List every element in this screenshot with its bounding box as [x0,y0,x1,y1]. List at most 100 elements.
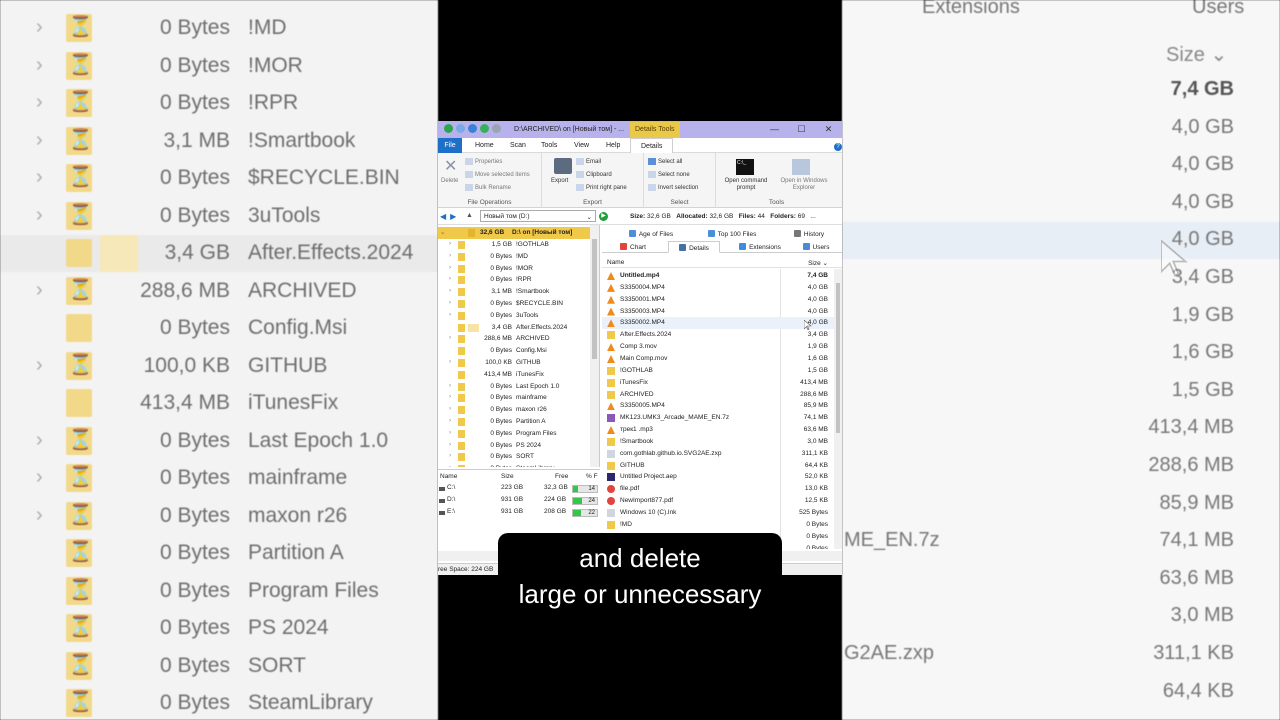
list-item[interactable]: S3350001.MP4 4,0 GB [602,294,834,306]
tree-item[interactable]: › 0 Bytes SteamLibrary [438,463,599,467]
save-icon[interactable] [456,124,465,133]
menu-details[interactable]: Details [630,138,674,153]
tree-scrollbar[interactable] [590,225,599,467]
scan-icon[interactable] [480,124,489,133]
menu-file[interactable]: File [438,138,462,153]
tab-top-100-files[interactable]: Top 100 Files [696,228,768,240]
list-item[interactable]: S3350005.MP4 85,9 MB [602,400,834,412]
chevron-right-icon[interactable]: › [449,311,451,318]
bulk-rename-button[interactable]: Bulk Rename [465,184,511,191]
maximize-button[interactable]: ☐ [788,121,815,138]
open-in-explorer-button[interactable]: Open in Windows Explorer [774,178,834,192]
menu-home[interactable]: Home [475,142,494,149]
refresh-icon[interactable] [468,124,477,133]
list-item[interactable]: ARCHIVED 288,6 MB [602,389,834,401]
list-item[interactable]: !GOTHLAB 1,5 GB [602,365,834,377]
menu-view[interactable]: View [574,142,589,149]
tree-item[interactable]: › 0 Bytes 3uTools [438,310,599,322]
list-item[interactable]: Untitled.mp4 7,4 GB [602,270,834,282]
tree-item[interactable]: › 0 Bytes Program Files [438,428,599,440]
chevron-right-icon[interactable]: › [449,405,451,412]
properties-button[interactable]: Properties [465,158,502,165]
tree-item[interactable]: › 0 Bytes mainframe [438,392,599,404]
drives-col-free[interactable]: Free [555,473,568,480]
folder-tree[interactable]: ⌄ 32,6 GB D:\ on [Новый том] › 1,5 GB !GOT… [438,225,600,467]
email-button[interactable]: Email [576,158,601,165]
drive-row[interactable]: C:\ 223 GB 32,3 GB 14 [438,484,600,495]
clipboard-button[interactable]: Clipboard [576,171,612,178]
chevron-right-icon[interactable]: › [449,464,451,467]
drive-row[interactable]: E:\ 931 GB 208 GB 22 [438,508,600,519]
list-item[interactable]: file.pdf 13,0 KB [602,483,834,495]
list-item[interactable]: S3350002.MP4 4,0 GB [602,317,834,330]
file-list[interactable]: Untitled.mp4 7,4 GB S3350004.MP4 4,0 GB S335… [602,269,834,549]
chevron-down-icon[interactable]: ⌄ [440,228,445,236]
nav-buttons[interactable]: ◀▶ [440,212,460,221]
col-name[interactable]: Name [607,259,624,266]
move-selected-button[interactable]: Move selected items [465,171,530,178]
drives-col-name[interactable]: Name [440,473,457,480]
list-item[interactable]: !Smartbook 3,0 MB [602,436,834,448]
tab-users[interactable]: Users [790,241,842,253]
chevron-right-icon[interactable]: › [449,441,451,448]
chevron-right-icon[interactable]: › [449,417,451,424]
list-item[interactable]: After.Effects.2024 3,4 GB [602,329,834,341]
list-item[interactable]: iTunesFix 413,4 MB [602,377,834,389]
export-button[interactable]: Export [551,178,568,184]
menu-scan[interactable]: Scan [510,142,526,149]
scan-go-icon[interactable]: ▶ [599,212,608,221]
tree-item[interactable]: › 0 Bytes SORT [438,451,599,463]
quick-access-toolbar[interactable] [444,124,501,133]
tree-item[interactable]: › 0 Bytes maxon r26 [438,404,599,416]
invert-selection-button[interactable]: Invert selection [648,184,698,191]
list-scrollbar[interactable] [834,269,842,549]
tree-item[interactable]: › 0 Bytes Last Epoch 1.0 [438,381,599,393]
chevron-right-icon[interactable]: › [449,429,451,436]
tree-item[interactable]: 0 Bytes Config.Msi [438,345,599,357]
list-item[interactable]: Main Comp.mov 1,6 GB [602,353,834,365]
chevron-right-icon[interactable]: › [449,334,451,341]
chevron-right-icon[interactable]: › [449,264,451,271]
chevron-right-icon[interactable]: › [449,393,451,400]
tree-item[interactable]: › 0 Bytes PS 2024 [438,440,599,452]
list-item[interactable]: Windows 10 (C).lnk 525 Bytes [602,507,834,519]
list-item[interactable]: Untitled Project.aep 52,0 KB [602,471,834,483]
chevron-right-icon[interactable]: › [449,358,451,365]
tab-history[interactable]: History [780,228,838,240]
tab-extensions[interactable]: Extensions [730,241,790,253]
up-icon[interactable]: ▲ [466,212,473,219]
tree-item[interactable]: › 0 Bytes Partition A [438,416,599,428]
list-item[interactable]: S3350004.MP4 4,0 GB [602,282,834,294]
drive-select[interactable]: Новый том (D:) ⌄ [480,210,596,222]
drives-col-size[interactable]: Size [501,473,514,480]
tree-item[interactable]: 3,4 GB After.Effects.2024 [438,322,599,334]
options-icon[interactable] [492,124,501,133]
tree-item[interactable]: › 0 Bytes !MD [438,251,599,263]
select-none-button[interactable]: Select none [648,171,690,178]
chevron-right-icon[interactable]: › [449,252,451,259]
tree-item[interactable]: 413,4 MB iTunesFix [438,369,599,381]
list-item[interactable]: com.gothlab.github.io.SVG2AE.zxp 311,1 KB [602,448,834,460]
tree-item[interactable]: › 0 Bytes !MOR [438,263,599,275]
drive-row[interactable]: D:\ 931 GB 224 GB 24 [438,496,600,507]
list-item[interactable]: S3350003.MP4 4,0 GB [602,306,834,318]
chevron-right-icon[interactable]: › [449,382,451,389]
chevron-right-icon[interactable]: › [449,275,451,282]
delete-button[interactable]: Delete [441,178,458,184]
tab-details[interactable]: Details [668,241,720,253]
list-item[interactable]: Comp 3.mov 1,9 GB [602,341,834,353]
tree-item[interactable]: › 3,1 MB !Smartbook [438,286,599,298]
col-size[interactable]: Size ⌄ [808,259,828,267]
tree-root-row[interactable]: ⌄ 32,6 GB D:\ on [Новый том] [438,227,599,239]
tree-item[interactable]: › 0 Bytes !RPR [438,274,599,286]
minimize-button[interactable]: — [761,121,788,138]
list-item[interactable]: трек1 .mp3 63,6 MB [602,424,834,436]
tab-age-of-files[interactable]: Age of Files [616,228,686,240]
drives-col-pct[interactable]: % F [586,473,598,480]
menu-tools[interactable]: Tools [541,142,557,149]
tree-item[interactable]: › 0 Bytes $RECYCLE.BIN [438,298,599,310]
list-item[interactable]: MK123.UMK3_Arcade_MAME_EN.7z 74,1 MB [602,412,834,424]
tree-item[interactable]: › 1,5 GB !GOTHLAB [438,239,599,251]
tree-item[interactable]: › 100,0 KB GITHUB [438,357,599,369]
list-item[interactable]: !MD 0 Bytes [602,519,834,531]
